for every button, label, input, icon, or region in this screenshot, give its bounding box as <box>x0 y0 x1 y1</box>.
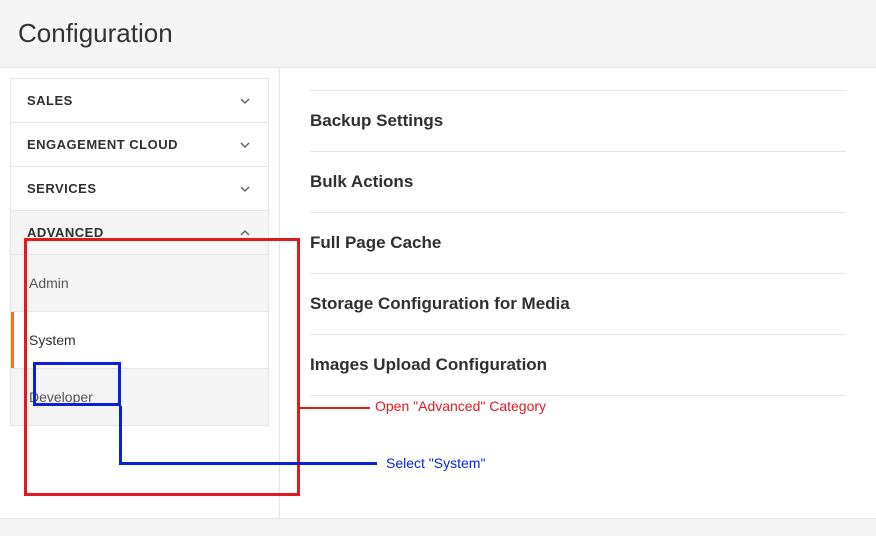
chevron-down-icon <box>238 138 252 152</box>
sidebar-item-admin[interactable]: Admin <box>11 254 268 311</box>
sidebar-section-label: ADVANCED <box>27 225 104 240</box>
section-backup-settings[interactable]: Backup Settings <box>310 91 846 152</box>
section-images-upload-config[interactable]: Images Upload Configuration <box>310 335 846 396</box>
chevron-down-icon <box>238 94 252 108</box>
sidebar-item-developer[interactable]: Developer <box>11 368 268 425</box>
config-sidebar: SALES ENGAGEMENT CLOUD SERVICES <box>0 68 280 523</box>
chevron-down-icon <box>238 182 252 196</box>
footer-strip <box>0 518 876 536</box>
sidebar-section-services[interactable]: SERVICES <box>10 167 269 211</box>
sidebar-item-system[interactable]: System <box>11 311 268 368</box>
sidebar-section-sales[interactable]: SALES <box>10 78 269 123</box>
sidebar-section-label: ENGAGEMENT CLOUD <box>27 137 178 152</box>
section-bulk-actions[interactable]: Bulk Actions <box>310 152 846 213</box>
sidebar-section-advanced[interactable]: ADVANCED Admin System Developer <box>10 211 269 426</box>
page-title: Configuration <box>0 0 876 67</box>
section-full-page-cache[interactable]: Full Page Cache <box>310 213 846 274</box>
sidebar-section-label: SERVICES <box>27 181 97 196</box>
main-panel: Notifications Backup Settings Bulk Actio… <box>280 68 876 523</box>
section-notifications[interactable]: Notifications <box>310 68 846 91</box>
content-wrapper: SALES ENGAGEMENT CLOUD SERVICES <box>0 67 876 523</box>
sidebar-section-label: SALES <box>27 93 73 108</box>
chevron-up-icon <box>238 226 252 240</box>
section-storage-config-media[interactable]: Storage Configuration for Media <box>310 274 846 335</box>
sidebar-sub-items: Admin System Developer <box>11 254 268 425</box>
sidebar-section-engagement-cloud[interactable]: ENGAGEMENT CLOUD <box>10 123 269 167</box>
